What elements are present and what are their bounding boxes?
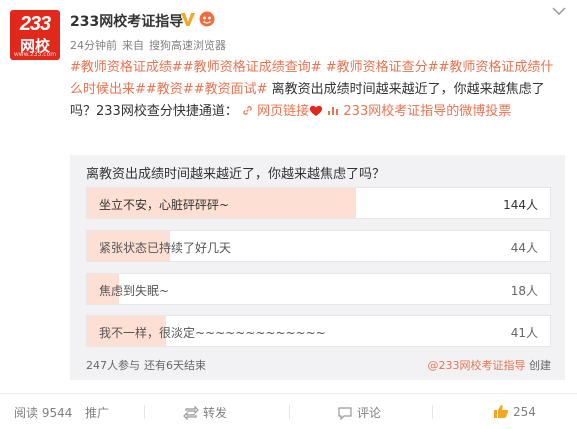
hashtag[interactable]: #教资#	[146, 82, 194, 97]
divider	[289, 405, 290, 419]
poll-option-count: 44人	[510, 241, 538, 255]
poll-chart-icon	[328, 107, 339, 115]
poll-option-label: 坐立不安，心脏砰砰砰~	[99, 198, 230, 212]
poll-option-count: 41人	[510, 326, 538, 340]
web-link-label: 网页链接	[257, 104, 310, 119]
verified-v-icon[interactable]	[180, 11, 196, 27]
chevron-down-icon[interactable]	[552, 6, 566, 16]
heart-icon	[310, 105, 323, 116]
post-time[interactable]: 24分钟前	[70, 39, 117, 52]
poll-option[interactable]: 紧张状态已持续了好几天 44人	[86, 230, 551, 262]
comment-icon	[338, 407, 352, 421]
author-name[interactable]: 233网校考证指导	[70, 11, 183, 31]
poll-card: 离教资出成绩时间越来越近了，你越来越焦虑了吗？ 坐立不安，心脏砰砰砰~ 144人…	[70, 155, 565, 380]
poll-created-label: 创建	[529, 359, 551, 372]
poll-option-label: 紧张状态已持续了好几天	[99, 241, 232, 255]
poll-question: 离教资出成绩时间越来越近了，你越来越焦虑了吗？	[86, 167, 386, 182]
source-prefix: 来自	[122, 39, 144, 52]
comment-button[interactable]: 评论	[337, 404, 381, 421]
post-source[interactable]: 搜狗高速浏览器	[149, 39, 226, 52]
poll-option-label: 焦虑到失眠~	[99, 284, 170, 298]
poll-option-count: 18人	[510, 284, 538, 298]
read-count: 阅读 9544	[14, 406, 73, 420]
poll-option[interactable]: 我不一样，很淡定~~~~~~~~~~~~~ 41人	[86, 315, 551, 347]
poll-footer: 247人参与 还有6天结束	[86, 357, 210, 373]
like-count: 254	[513, 405, 536, 419]
hashtag[interactable]: #教师资格证成绩#	[70, 60, 183, 75]
action-bar: 阅读 9544 推广 转发 评论 254	[0, 394, 577, 429]
poll-participants: 247人参与	[86, 359, 140, 372]
member-badge-icon[interactable]	[199, 11, 215, 27]
divider	[432, 405, 433, 419]
poll-creator-link[interactable]: @233网校考证指导	[428, 359, 526, 372]
avatar-small-text: www.233.com	[13, 51, 57, 58]
poll-link[interactable]: 233网校考证指导的微博投票	[327, 104, 511, 119]
hashtag[interactable]: #教资面试#	[194, 82, 268, 97]
link-icon	[243, 106, 252, 115]
repost-label: 转发	[203, 406, 228, 420]
avatar-text: 233	[19, 13, 51, 35]
web-link[interactable]: 网页链接	[242, 104, 309, 119]
repost-button[interactable]: 转发	[183, 404, 227, 421]
hashtag[interactable]: #教师资格证查分#	[326, 60, 439, 75]
comment-label: 评论	[357, 406, 382, 420]
divider	[144, 405, 145, 419]
poll-option[interactable]: 焦虑到失眠~ 18人	[86, 273, 551, 305]
thumbs-up-icon	[494, 405, 509, 418]
promote-button[interactable]: 推广	[85, 404, 109, 421]
poll-option-label: 我不一样，很淡定~~~~~~~~~~~~~	[99, 326, 326, 340]
like-button[interactable]: 254	[493, 404, 536, 419]
poll-remaining: 还有6天结束	[144, 359, 206, 372]
poll-option[interactable]: 坐立不安，心脏砰砰砰~ 144人	[86, 187, 551, 219]
post-content: #教师资格证成绩##教师资格证成绩查询# #教师资格证查分##教师资格证成绩什么…	[70, 57, 565, 123]
poll-option-count: 144人	[503, 198, 538, 212]
poll-link-label: 233网校考证指导的微博投票	[343, 104, 512, 119]
avatar[interactable]: 233 网校 www.233.com	[10, 10, 60, 60]
poll-creator: @233网校考证指导 创建	[428, 357, 552, 373]
hashtag[interactable]: #教师资格证成绩查询#	[183, 60, 322, 75]
post-meta: 24分钟前 来自 搜狗高速浏览器	[70, 37, 231, 53]
repost-icon	[183, 405, 199, 421]
